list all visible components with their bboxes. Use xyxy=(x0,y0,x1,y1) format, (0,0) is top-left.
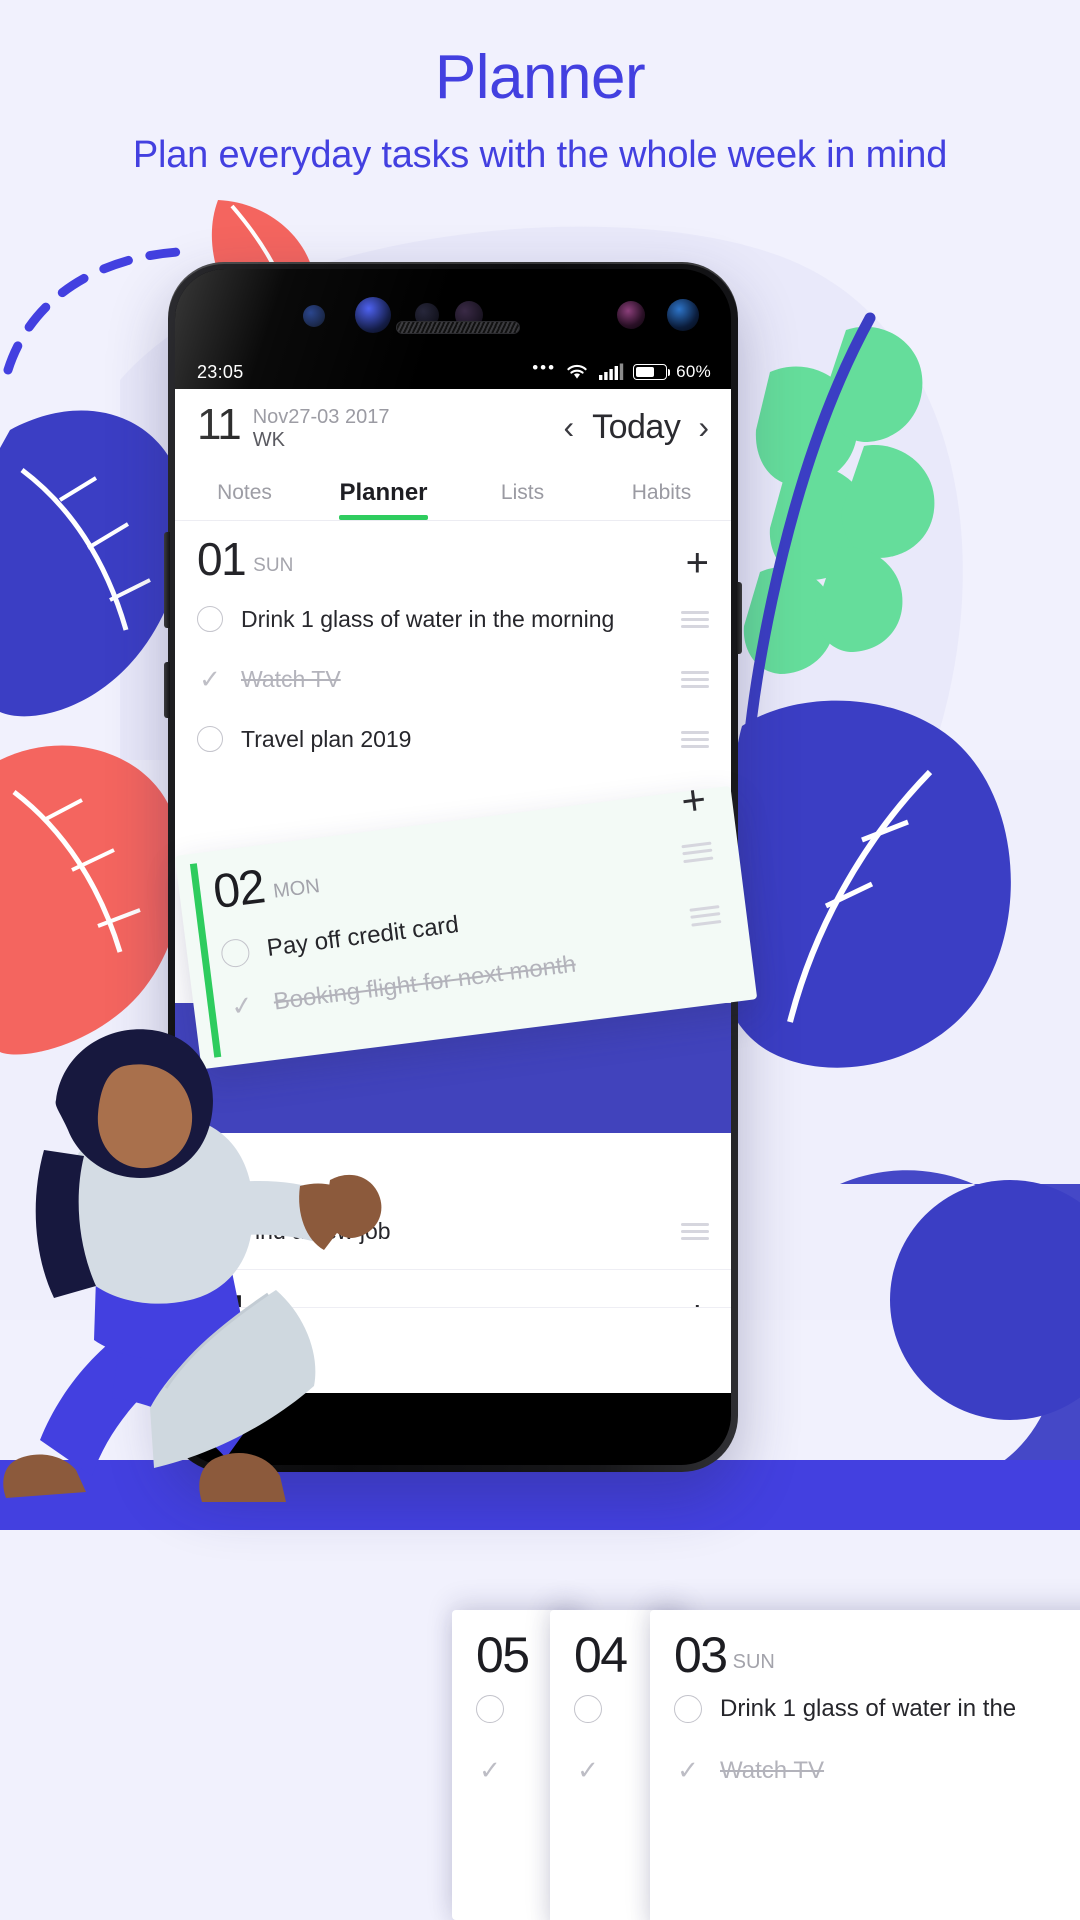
front-camera-icon xyxy=(667,299,699,331)
app-header: 11 Nov27-03 2017 WK ‹ Today › xyxy=(175,389,731,465)
day-number: 05 xyxy=(476,1627,530,1683)
drag-handle-icon[interactable] xyxy=(689,900,722,931)
drag-handle-icon[interactable] xyxy=(681,607,709,632)
promo-headline: Planner Plan everyday tasks with the who… xyxy=(0,43,1080,181)
tab-habits[interactable]: Habits xyxy=(592,465,731,520)
iris-scanner-icon xyxy=(617,301,645,329)
held-paper-cards xyxy=(150,1290,316,1468)
battery-icon xyxy=(633,364,671,380)
task-row[interactable]: ✓ Watch TV xyxy=(650,1740,1080,1802)
sensor-dot xyxy=(303,305,325,327)
today-navigation: ‹ Today › xyxy=(563,408,709,447)
tab-notes[interactable]: Notes xyxy=(175,465,314,520)
task-label: Watch TV xyxy=(241,665,341,692)
page-subtitle: Plan everyday tasks with the whole week … xyxy=(132,134,948,177)
chevron-right-icon[interactable]: › xyxy=(698,411,709,443)
task-row[interactable]: ✓ Watch TV xyxy=(175,649,731,709)
power-button[interactable] xyxy=(736,582,742,654)
tab-planner[interactable]: Planner xyxy=(314,465,453,520)
task-checkbox[interactable] xyxy=(574,1695,602,1723)
status-time: 23:05 xyxy=(197,361,244,382)
page-title: Planner xyxy=(434,43,646,112)
tab-bar: Notes Planner Lists Habits xyxy=(175,465,731,521)
task-checkbox-checked[interactable]: ✓ xyxy=(476,1757,504,1785)
cellular-signal-icon xyxy=(599,363,624,380)
drag-handle-icon[interactable] xyxy=(681,667,709,692)
day-number: 01 xyxy=(197,533,247,585)
task-label: Drink 1 glass of water in the morning xyxy=(241,605,615,632)
tab-lists[interactable]: Lists xyxy=(453,465,592,520)
day-header-01: 01 SUN + xyxy=(175,521,731,589)
week-indicator: 11 Nov27-03 2017 WK xyxy=(197,400,390,452)
week-label: WK xyxy=(252,429,285,451)
drag-handle-icon[interactable] xyxy=(681,1219,709,1244)
task-label: Travel plan 2019 xyxy=(241,725,412,752)
task-label: Booking flight for next month xyxy=(272,950,578,1016)
task-label: Watch TV xyxy=(720,1757,825,1784)
earpiece-speaker-icon xyxy=(395,321,520,334)
drag-handle-icon[interactable] xyxy=(681,727,709,752)
task-label: Drink 1 glass of water in the xyxy=(720,1695,1017,1722)
front-camera-icon xyxy=(355,297,391,333)
task-checkbox[interactable] xyxy=(197,606,223,632)
chevron-left-icon[interactable]: ‹ xyxy=(563,411,574,443)
week-date-range: Nov27-03 2017 xyxy=(252,406,390,428)
day-number: 02 xyxy=(210,860,267,920)
volume-button[interactable] xyxy=(164,532,170,628)
add-task-button[interactable]: + xyxy=(686,543,709,583)
wifi-icon xyxy=(567,364,587,379)
battery-percent: 60% xyxy=(676,362,711,381)
task-row[interactable]: Drink 1 glass of water in the xyxy=(650,1678,1080,1740)
task-checkbox[interactable] xyxy=(674,1695,702,1723)
bixby-button[interactable] xyxy=(164,662,170,718)
task-checkbox-checked[interactable]: ✓ xyxy=(574,1757,602,1785)
task-row[interactable]: Travel plan 2019 xyxy=(175,709,731,769)
promo-page: Planner Plan everyday tasks with the who… xyxy=(0,0,1080,1920)
more-dots-icon: ••• xyxy=(532,358,557,377)
task-checkbox[interactable] xyxy=(219,937,252,969)
task-label: Pay off credit card xyxy=(265,911,461,962)
day-weekday: SUN xyxy=(732,1651,775,1673)
drag-handle-icon[interactable] xyxy=(681,837,714,868)
stack-card-header: 03 SUN xyxy=(650,1610,1080,1683)
floating-card-stack: 05 ✓ 04 ✓ 03 SUN Drink 1 glass of water … xyxy=(0,1610,1080,1920)
day-weekday: SUN xyxy=(253,555,294,576)
task-checkbox-checked[interactable]: ✓ xyxy=(674,1757,702,1785)
task-checkbox-checked[interactable]: ✓ xyxy=(197,666,223,692)
week-number: 11 xyxy=(197,400,242,449)
today-button[interactable]: Today xyxy=(592,408,681,447)
phone-sensor-strip xyxy=(175,291,731,337)
task-row[interactable]: Drink 1 glass of water in the morning xyxy=(175,589,731,649)
task-checkbox[interactable] xyxy=(476,1695,504,1723)
day-weekday: MON xyxy=(272,875,322,903)
day-number: 03 xyxy=(674,1627,728,1683)
stack-card-03[interactable]: 03 SUN Drink 1 glass of water in the ✓ W… xyxy=(650,1610,1080,1920)
status-bar: 23:05 ••• 60% xyxy=(175,355,731,389)
day-number: 04 xyxy=(574,1627,628,1683)
task-checkbox[interactable] xyxy=(197,726,223,752)
status-icons: ••• 60% xyxy=(532,358,711,382)
